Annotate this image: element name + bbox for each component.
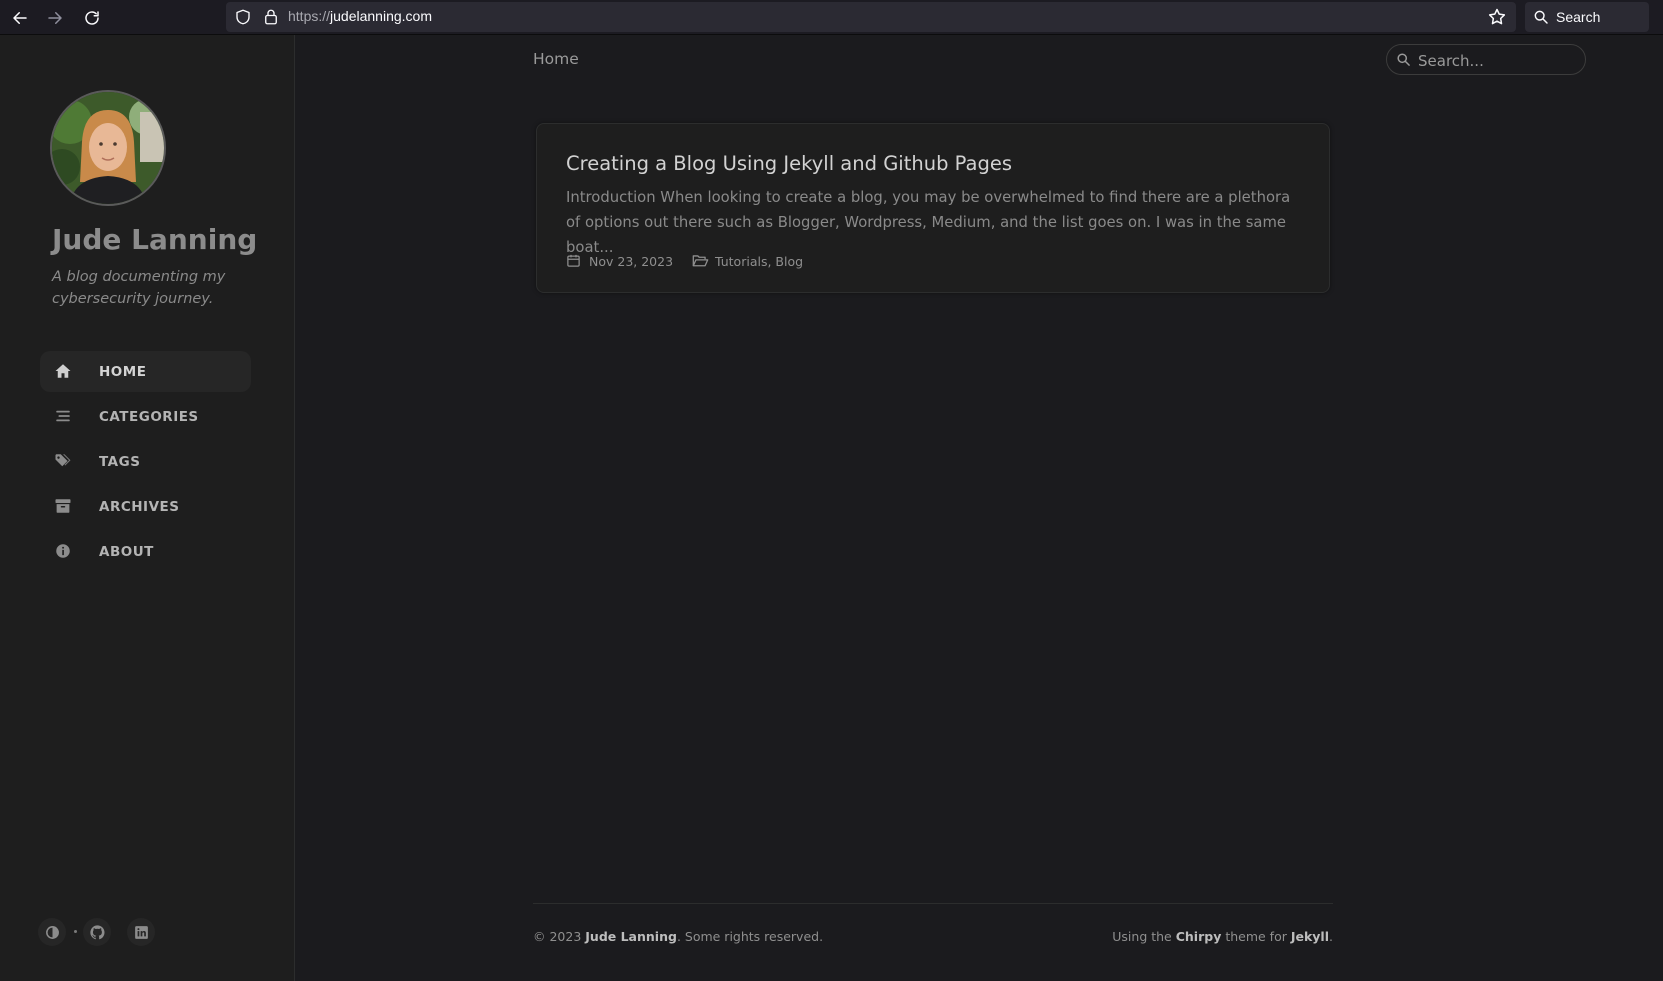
footer-period: . [1329,929,1333,944]
shield-icon[interactable] [234,8,252,26]
jekyll-link[interactable]: Jekyll [1291,929,1329,944]
theme-toggle-button[interactable] [38,918,66,946]
separator-dot [74,930,77,933]
tags-icon [54,452,72,470]
site-title[interactable]: Jude Lanning [52,223,257,256]
star-icon [1488,8,1506,25]
github-link[interactable] [83,918,111,946]
url-host: judelanning.com [330,8,432,24]
arrow-left-icon [13,12,27,24]
footer-author-link[interactable]: Jude Lanning [585,929,677,944]
post-excerpt: Introduction When looking to create a bl… [566,189,1291,256]
avatar-photo [52,92,164,204]
sidebar-item-tags[interactable]: TAGS [40,441,251,482]
arrow-right-icon [48,12,62,24]
browser-search-box[interactable]: Search [1525,2,1649,32]
post-categories: Tutorials, Blog [715,254,804,269]
sidebar-item-label: ABOUT [99,543,154,560]
post-date: Nov 23, 2023 [589,254,674,269]
archive-icon [54,497,72,515]
avatar[interactable] [50,90,166,206]
back-button[interactable] [5,3,35,33]
stream-icon [54,407,72,425]
sidebar-item-categories[interactable]: CATEGORIES [40,396,251,437]
calendar-icon [567,254,580,267]
search-field[interactable] [1386,44,1586,75]
using-text: Using the [1112,929,1176,944]
browser-search-label: Search [1556,9,1601,25]
footer-divider [533,903,1333,904]
linkedin-icon [134,925,148,939]
reload-button[interactable] [77,3,107,33]
sidebar-item-home[interactable]: HOME [40,351,251,392]
home-icon [54,362,72,380]
post-title[interactable]: Creating a Blog Using Jekyll and Github … [566,152,1012,175]
search-icon [1534,10,1548,24]
sidebar-item-label: CATEGORIES [99,408,199,425]
forward-button[interactable] [40,3,70,33]
lock-icon[interactable] [262,8,280,26]
url-bar[interactable]: https://judelanning.com [226,2,1516,32]
sidebar-item-label: ARCHIVES [99,498,180,515]
theme-toggle-icon [45,925,59,939]
folder-open-icon [692,255,709,267]
url-scheme: https:// [288,8,331,24]
breadcrumb: Home [533,50,579,68]
search-icon [1397,53,1410,66]
bookmark-button[interactable] [1484,4,1510,30]
browser-toolbar: https://judelanning.com Search [0,0,1663,35]
rights-text: . Some rights reserved. [676,929,824,944]
sidebar-item-archives[interactable]: ARCHIVES [40,486,251,527]
sidebar-nav: HOME CATEGORIES TAGS ARCHIVES ABOUT [40,351,251,576]
footer-credits: Using the Chirpy theme for Jekyll. [1112,929,1333,944]
footer-copyright: © 2023 Jude Lanning. Some rights reserve… [533,929,823,944]
sidebar-item-label: TAGS [99,453,141,470]
site-subtitle: A blog documenting my cybersecurity jour… [52,269,226,307]
reload-icon [85,11,99,25]
info-circle-icon [54,542,72,560]
sidebar: Jude Lanning A blog documenting my cyber… [0,35,295,981]
copyright-prefix: © 2023 [533,929,586,944]
sidebar-item-label: HOME [99,363,147,380]
sidebar-item-about[interactable]: ABOUT [40,531,251,572]
theme-for-text: theme for [1221,929,1291,944]
linkedin-link[interactable] [127,918,155,946]
chirpy-link[interactable]: Chirpy [1176,929,1222,944]
url-text[interactable]: https://judelanning.com [288,8,432,24]
post-card[interactable]: Creating a Blog Using Jekyll and Github … [536,123,1330,293]
search-input[interactable] [1416,49,1580,72]
github-icon [89,924,104,939]
